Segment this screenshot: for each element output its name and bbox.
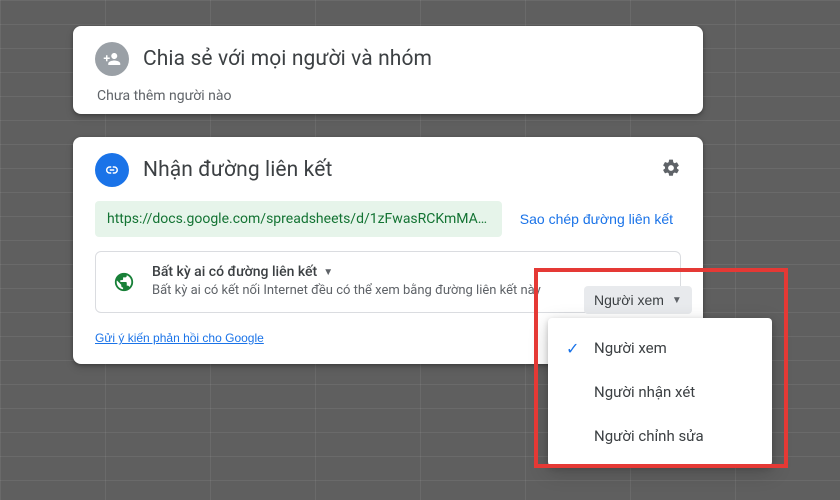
caret-down-icon: ▼	[323, 267, 333, 278]
share-link-input[interactable]	[95, 201, 502, 237]
role-option-editor[interactable]: Người chỉnh sửa	[548, 414, 772, 458]
share-title: Chia sẻ với mọi người và nhóm	[143, 47, 432, 71]
role-selector-button[interactable]: Người xem ▼	[584, 286, 692, 314]
check-icon: ✓	[566, 339, 594, 358]
access-scope-label: Bất kỳ ai có đường liên kết	[152, 264, 317, 280]
role-dropdown-menu: ✓ Người xem Người nhận xét Người chỉnh s…	[548, 318, 772, 466]
send-feedback-link[interactable]: Gửi ý kiến phản hồi cho Google	[95, 331, 264, 345]
role-option-label: Người xem	[594, 339, 756, 357]
role-option-commenter[interactable]: Người nhận xét	[548, 370, 772, 414]
role-option-viewer[interactable]: ✓ Người xem	[548, 326, 772, 370]
role-selected-label: Người xem	[594, 292, 664, 308]
caret-down-icon: ▼	[672, 295, 682, 306]
share-empty-text: Chưa thêm người nào	[97, 88, 681, 104]
link-icon	[95, 153, 129, 187]
person-add-icon	[95, 42, 129, 76]
get-link-title: Nhận đường liên kết	[143, 158, 332, 182]
share-people-card: Chia sẻ với mọi người và nhóm Chưa thêm …	[73, 26, 703, 114]
role-option-label: Người chỉnh sửa	[594, 427, 756, 445]
globe-icon	[110, 268, 138, 296]
access-scope-selector[interactable]: Bất kỳ ai có đường liên kết ▼	[152, 264, 666, 280]
role-option-label: Người nhận xét	[594, 383, 756, 401]
copy-link-button[interactable]: Sao chép đường liên kết	[512, 203, 681, 235]
gear-icon[interactable]	[661, 158, 681, 182]
